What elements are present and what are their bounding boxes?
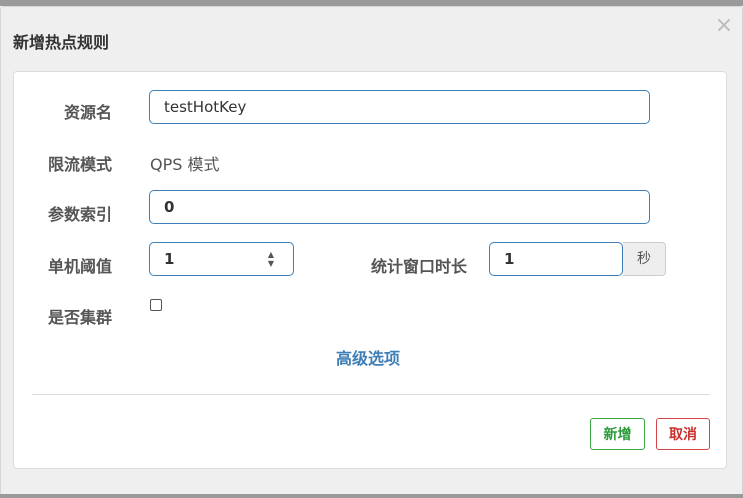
resource-name-label: 资源名 [64,103,113,122]
close-icon[interactable]: × [714,15,734,37]
footer-divider [32,394,710,395]
advanced-options-link[interactable]: 高级选项 [336,345,400,369]
cluster-checkbox[interactable] [150,299,162,311]
stepper-down-icon[interactable]: ▼ [266,259,276,268]
form-panel: 资源名 限流模式 QPS 模式 参数索引 单机阈值 ▲ ▼ 统计窗口时长 秒 是… [13,71,727,469]
flow-mode-value: QPS 模式 [150,155,220,174]
number-stepper-icon[interactable]: ▲ ▼ [266,250,276,270]
window-unit-addon: 秒 [623,242,666,276]
overlay-bottom-edge [0,494,743,498]
dialog-title: 新增热点规则 [13,33,110,52]
cancel-button[interactable]: 取消 [656,418,710,450]
cluster-label: 是否集群 [48,308,113,327]
resource-name-input[interactable] [149,90,650,124]
window-duration-label: 统计窗口时长 [371,257,468,276]
param-index-label: 参数索引 [48,205,113,224]
add-hotspot-rule-dialog: 新增热点规则 × 资源名 限流模式 QPS 模式 参数索引 单机阈值 ▲ ▼ 统… [0,6,743,496]
param-index-input[interactable] [149,190,650,224]
window-duration-input[interactable] [489,242,623,276]
add-button[interactable]: 新增 [590,418,645,450]
stepper-up-icon[interactable]: ▲ [266,250,276,259]
threshold-label: 单机阈值 [48,257,113,276]
flow-mode-label: 限流模式 [48,155,113,174]
